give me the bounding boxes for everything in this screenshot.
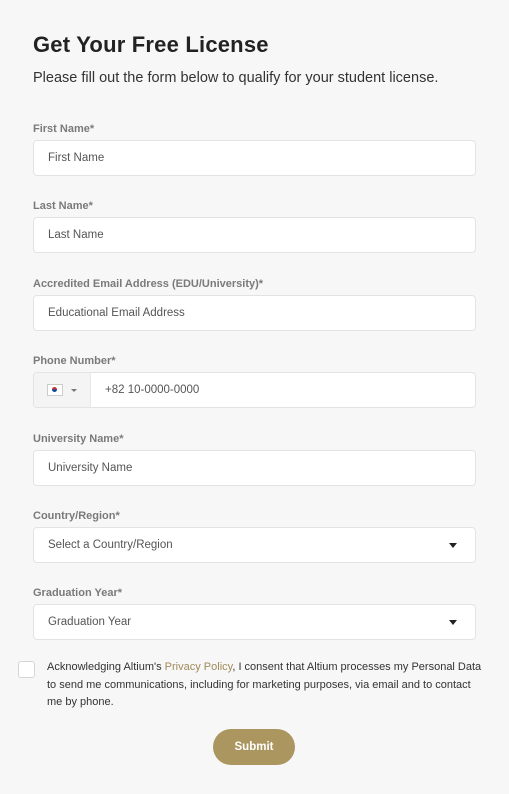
graduation-select[interactable]: Graduation Year — [33, 604, 476, 640]
university-input[interactable]: University Name — [33, 450, 476, 486]
graduation-field: Graduation Year* Graduation Year — [33, 586, 476, 640]
consent-checkbox[interactable] — [18, 661, 35, 678]
page-title: Get Your Free License — [33, 32, 269, 57]
submit-button[interactable]: Submit — [213, 729, 295, 765]
dropdown-arrow-icon — [449, 619, 457, 625]
first-name-input[interactable]: First Name — [33, 140, 476, 176]
email-input[interactable]: Educational Email Address — [33, 295, 476, 331]
phone-input[interactable]: +82 10-0000-0000 — [91, 384, 475, 396]
first-name-field: First Name* First Name — [33, 122, 476, 176]
page-subtitle: Please fill out the form below to qualif… — [33, 70, 439, 86]
last-name-placeholder: Last Name — [48, 229, 104, 241]
consent-text: Acknowledging Altium's Privacy Policy, I… — [47, 659, 488, 712]
last-name-input[interactable]: Last Name — [33, 217, 476, 253]
consent-text-prefix: Acknowledging Altium's — [47, 661, 165, 673]
university-placeholder: University Name — [48, 462, 133, 474]
privacy-policy-link[interactable]: Privacy Policy — [165, 661, 233, 673]
dropdown-arrow-icon — [449, 542, 457, 548]
graduation-label: Graduation Year* — [33, 587, 123, 599]
email-field: Accredited Email Address (EDU/University… — [33, 277, 476, 331]
phone-field: Phone Number* +82 10-0000-0000 — [33, 354, 476, 408]
phone-input-group: +82 10-0000-0000 — [33, 372, 476, 408]
country-select[interactable]: Select a Country/Region — [33, 527, 476, 563]
country-field: Country/Region* Select a Country/Region — [33, 509, 476, 563]
email-placeholder: Educational Email Address — [48, 307, 185, 319]
south-korea-flag-icon — [47, 384, 63, 396]
last-name-label: Last Name* — [33, 200, 93, 212]
first-name-placeholder: First Name — [48, 152, 105, 164]
country-code-selector[interactable] — [34, 373, 91, 407]
consent-row: Acknowledging Altium's Privacy Policy, I… — [18, 659, 488, 712]
university-label: University Name* — [33, 433, 124, 445]
country-label: Country/Region* — [33, 510, 120, 522]
chevron-down-icon — [71, 388, 77, 392]
graduation-select-value: Graduation Year — [48, 616, 132, 628]
phone-label: Phone Number* — [33, 355, 116, 367]
last-name-field: Last Name* Last Name — [33, 199, 476, 253]
university-field: University Name* University Name — [33, 432, 476, 486]
email-label: Accredited Email Address (EDU/University… — [33, 278, 264, 290]
country-select-value: Select a Country/Region — [48, 539, 173, 551]
license-form-page: Get Your Free License Please fill out th… — [0, 0, 509, 794]
first-name-label: First Name* — [33, 123, 95, 135]
